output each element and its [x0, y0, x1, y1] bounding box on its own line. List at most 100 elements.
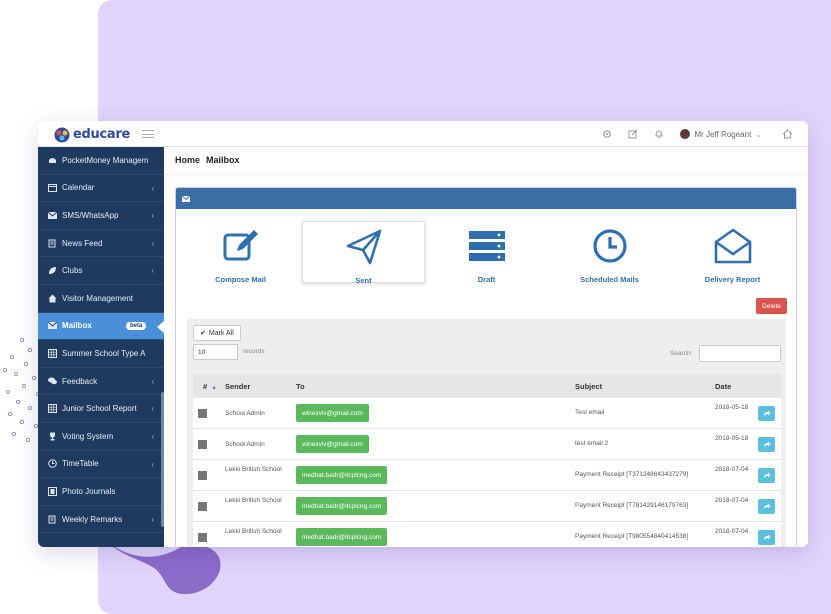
- mail-tiles: Compose Mail Sent Draft Scheduled Mails Deli…: [176, 221, 796, 285]
- tile-scheduled-mails[interactable]: Scheduled Mails: [548, 221, 671, 284]
- recipient-pill[interactable]: medhat.badr@itcplcng.com: [296, 466, 388, 484]
- col-number[interactable]: # ▲: [203, 382, 217, 391]
- chevron-left-icon: ‹: [151, 238, 154, 248]
- leaf-icon: [47, 266, 57, 276]
- row-checkbox[interactable]: [198, 440, 207, 449]
- envelope-icon: [47, 321, 57, 331]
- chevron-left-icon: ‹: [151, 459, 154, 469]
- compose-icon: [221, 227, 261, 270]
- sidebar-item-feedback[interactable]: Feedback ‹: [38, 368, 164, 396]
- row-checkbox[interactable]: [198, 471, 207, 480]
- open-envelope-icon: [713, 227, 753, 270]
- sidebar-item-label: TimeTable: [62, 459, 99, 469]
- sidebar-item-mailbox[interactable]: Mailbox beta: [38, 312, 164, 341]
- sidebar-item-label: Voting System: [62, 431, 114, 441]
- delete-button[interactable]: Delete: [756, 298, 787, 314]
- forward-icon: [763, 441, 770, 447]
- table-row[interactable]: School Admin winexviv@gmail.com Test email…: [193, 398, 781, 429]
- edit-icon[interactable]: [620, 121, 646, 147]
- date-cell: 2018-07-04: [715, 528, 749, 535]
- news-icon: [47, 238, 57, 248]
- col-to[interactable]: To: [296, 382, 305, 391]
- search-label: Search:: [670, 350, 693, 357]
- sidebar-item-pocketmoney-managem[interactable]: PocketMoney Managem: [38, 147, 164, 175]
- clock-icon: [590, 227, 630, 270]
- tile-label: Delivery Report: [704, 275, 761, 284]
- col-subject[interactable]: Subject: [575, 382, 602, 391]
- date-cell: 2018-07-04: [715, 466, 749, 473]
- trophy-icon: [47, 431, 57, 441]
- tile-label: Compose Mail: [215, 275, 266, 284]
- app-window: educare Mr Jeff Rogeant ⌄ PocketMoney Ma…: [38, 121, 808, 547]
- logo[interactable]: educare: [54, 126, 130, 143]
- mark-all-button[interactable]: ✔ Mark All: [193, 325, 241, 341]
- check-icon: ✔: [200, 330, 206, 337]
- subject-cell[interactable]: Payment Receipt [T371248643437279]: [575, 471, 688, 478]
- sidebar-item-voting-system[interactable]: Voting System ‹: [38, 423, 164, 451]
- sidebar-item-timetable[interactable]: TimeTable ‹: [38, 451, 164, 479]
- recipient-pill[interactable]: winexviv@gmail.com: [296, 404, 369, 422]
- envelope-icon: [47, 210, 57, 220]
- sidebar-item-visitor-management[interactable]: Visitor Management: [38, 285, 164, 313]
- recipient-pill[interactable]: winexviv@gmail.com: [296, 435, 369, 453]
- tile-sent[interactable]: Sent: [302, 221, 425, 285]
- sidebar-item-label: Mailbox: [62, 321, 92, 331]
- table-row[interactable]: Lekki British School medhat.badr@itcplcng…: [193, 522, 781, 547]
- logo-icon: [54, 127, 70, 142]
- row-checkbox[interactable]: [198, 502, 207, 511]
- recipient-pill[interactable]: medhat.badr@itcplcng.com: [296, 497, 388, 515]
- sidebar-item-clubs[interactable]: Clubs ‹: [38, 257, 164, 285]
- forward-button[interactable]: [758, 437, 775, 452]
- tile-draft[interactable]: Draft: [425, 221, 548, 284]
- tile-delivery-report[interactable]: Delivery Report: [671, 221, 794, 284]
- subject-cell[interactable]: test email 2: [575, 440, 608, 447]
- recipient-pill[interactable]: medhat.badr@itcplcng.com: [296, 528, 388, 546]
- sender-cell: School Admin: [225, 410, 265, 417]
- settings-icon[interactable]: [594, 121, 620, 147]
- records-label: records: [243, 348, 265, 355]
- avatar: [679, 129, 690, 139]
- chevron-left-icon: ‹: [151, 183, 154, 193]
- mail-table: # ▲ Sender To Subject Date School Admin wi…: [193, 374, 781, 547]
- row-checkbox[interactable]: [198, 533, 207, 542]
- sidebar-item-news-feed[interactable]: News Feed ‹: [38, 230, 164, 258]
- sidebar-item-junior-school-report[interactable]: Junior School Report ‹: [38, 395, 164, 423]
- sidebar-item-label: Clubs: [62, 266, 83, 276]
- sender-cell: Lekki British School: [225, 497, 282, 504]
- server-icon: [467, 227, 507, 270]
- tile-compose-mail[interactable]: Compose Mail: [179, 221, 302, 284]
- home-icon[interactable]: [774, 121, 800, 147]
- sidebar-item-weekly-remarks[interactable]: Weekly Remarks ‹: [38, 506, 164, 534]
- col-sender[interactable]: Sender: [225, 382, 250, 391]
- sidebar-item-sms-whatsapp[interactable]: SMS/WhatsApp ‹: [38, 202, 164, 230]
- wallet-icon: [47, 155, 57, 165]
- user-menu[interactable]: Mr Jeff Rogeant ⌄: [679, 129, 762, 139]
- search-input[interactable]: [699, 345, 781, 362]
- main-content: Home Mailbox Compose Mail Sent Draft Schedu…: [164, 147, 808, 547]
- chevron-left-icon: ‹: [151, 431, 154, 441]
- bell-icon[interactable]: [646, 121, 672, 147]
- col-date[interactable]: Date: [715, 382, 731, 391]
- subject-cell[interactable]: Payment Receipt [T980554840414538]: [575, 533, 688, 540]
- forward-icon: [763, 472, 770, 478]
- user-name: Mr Jeff Rogeant: [694, 129, 752, 139]
- forward-button[interactable]: [758, 468, 775, 483]
- table-row[interactable]: Lekki British School medhat.badr@itcplcng…: [193, 460, 781, 491]
- row-checkbox[interactable]: [198, 409, 207, 418]
- menu-toggle-icon[interactable]: [142, 130, 154, 138]
- table-row[interactable]: School Admin winexviv@gmail.com test email…: [193, 429, 781, 460]
- sidebar-item-summer-school-type-a[interactable]: Summer School Type A: [38, 340, 164, 368]
- sidebar-item-photo-journals[interactable]: Photo Journals: [38, 478, 164, 506]
- breadcrumb-home[interactable]: Home: [175, 155, 200, 165]
- forward-button[interactable]: [758, 406, 775, 421]
- sidebar-item-calendar[interactable]: Calendar ‹: [38, 175, 164, 203]
- records-select[interactable]: 10: [193, 344, 238, 360]
- top-bar: educare Mr Jeff Rogeant ⌄: [38, 121, 808, 147]
- subject-cell[interactable]: Payment Receipt [T781429146179763]: [575, 502, 688, 509]
- chevron-left-icon: ‹: [151, 211, 154, 221]
- subject-cell[interactable]: Test email: [575, 409, 604, 416]
- table-row[interactable]: Lekki British School medhat.badr@itcplcng…: [193, 491, 781, 522]
- forward-button[interactable]: [758, 499, 775, 514]
- forward-button[interactable]: [758, 530, 775, 545]
- sort-asc-icon: ▲: [211, 384, 218, 391]
